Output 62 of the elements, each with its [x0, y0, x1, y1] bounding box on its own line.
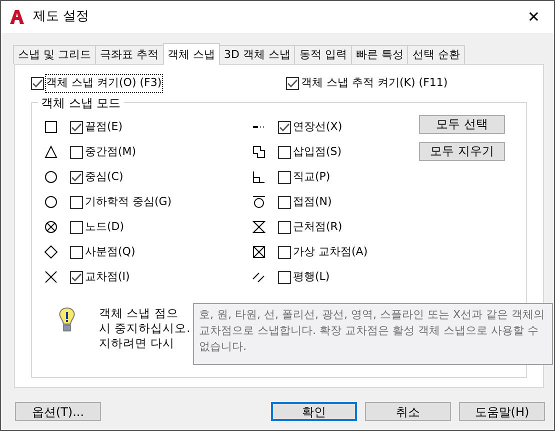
checkbox[interactable]	[70, 220, 83, 234]
tab[interactable]: 선택 순환	[407, 45, 465, 64]
crossed-square-icon	[252, 245, 266, 259]
triangle-icon	[44, 145, 58, 159]
crossed-circle-icon	[44, 220, 58, 234]
window-title: 제도 설정	[33, 8, 90, 26]
close-button[interactable]: ✕	[521, 10, 546, 24]
checkbox-label: 연장선(X)	[293, 118, 342, 135]
checkbox-label: 평행(L)	[293, 268, 330, 285]
info-text: 지하려면 다시	[99, 336, 176, 350]
checkbox-label: 객체 스냅 켜기(O) (F3)	[46, 75, 162, 92]
checkbox[interactable]	[278, 170, 291, 184]
checkbox[interactable]	[70, 270, 83, 284]
checkbox-label: 객체 스냅 추적 켜기(K) (F11)	[301, 75, 448, 91]
checkbox-label: 사분점(Q)	[85, 244, 136, 260]
action-button[interactable]: 모두 선택	[419, 114, 505, 134]
checkbox[interactable]	[278, 270, 291, 284]
tab[interactable]: 객체 스냅	[162, 43, 220, 65]
checkbox-label: 접점(N)	[293, 194, 332, 210]
hourglass-icon	[252, 220, 266, 234]
square-icon	[44, 120, 58, 134]
dialog-button[interactable]: 확인	[271, 402, 357, 421]
checkbox[interactable]	[278, 120, 291, 134]
checkbox[interactable]	[278, 220, 291, 234]
checkbox-label: 중심(C)	[85, 168, 124, 185]
info-text: 객체 스냅 점으	[99, 306, 180, 320]
action-button[interactable]: 모두 지우기	[419, 142, 505, 160]
app-logo-icon	[9, 9, 25, 25]
checkbox[interactable]	[70, 170, 83, 184]
checkbox-label: 중간점(M)	[85, 144, 136, 160]
circle-icon	[44, 195, 58, 209]
checkbox[interactable]	[70, 196, 83, 208]
checkbox-label: 교차점(I)	[85, 268, 130, 285]
circle-icon	[44, 170, 58, 184]
dialog-button[interactable]: 취소	[365, 402, 451, 421]
checkbox[interactable]	[278, 246, 291, 258]
dashed-line-icon	[252, 125, 266, 129]
tangent-icon	[252, 195, 266, 209]
checkbox-label: 근처점(R)	[293, 218, 342, 235]
checkbox[interactable]	[278, 196, 291, 208]
checkbox[interactable]	[278, 146, 291, 158]
checkbox-label: 가상 교차점(A)	[293, 244, 368, 260]
checkbox-label: 노드(D)	[85, 218, 124, 235]
dialog-button[interactable]: 도움말(H)	[459, 402, 545, 421]
checkbox-label: 끝점(E)	[85, 118, 123, 135]
checkbox[interactable]	[70, 246, 83, 258]
parallel-icon	[252, 270, 266, 284]
checkbox[interactable]	[31, 76, 44, 90]
checkbox[interactable]	[286, 76, 299, 90]
checkbox[interactable]	[70, 120, 83, 134]
checkbox-label: 기하학적 중심(G)	[85, 194, 172, 210]
diamond-icon	[44, 245, 58, 259]
checkbox[interactable]	[70, 146, 83, 158]
cross-icon	[44, 270, 58, 284]
checkbox-label: 삽입점(S)	[293, 144, 342, 160]
info-text: 시 중지하십시오.	[99, 320, 190, 336]
tab[interactable]: 스냅 및 그리드	[13, 45, 96, 64]
checkbox-label: 직교(P)	[293, 168, 330, 185]
insertion-icon	[252, 145, 266, 159]
tooltip: 호, 원, 타원, 선, 폴리선, 광선, 영역, 스플라인 또는 X선과 같은 객체의 교차점으로 스냅합니다. 확장 교차점은 활성 객체 스냅으로 사용할 수 없습니다.	[193, 303, 553, 365]
perpendicular-icon	[252, 170, 266, 184]
dialog-button[interactable]: 옵션(T)...	[15, 402, 101, 421]
